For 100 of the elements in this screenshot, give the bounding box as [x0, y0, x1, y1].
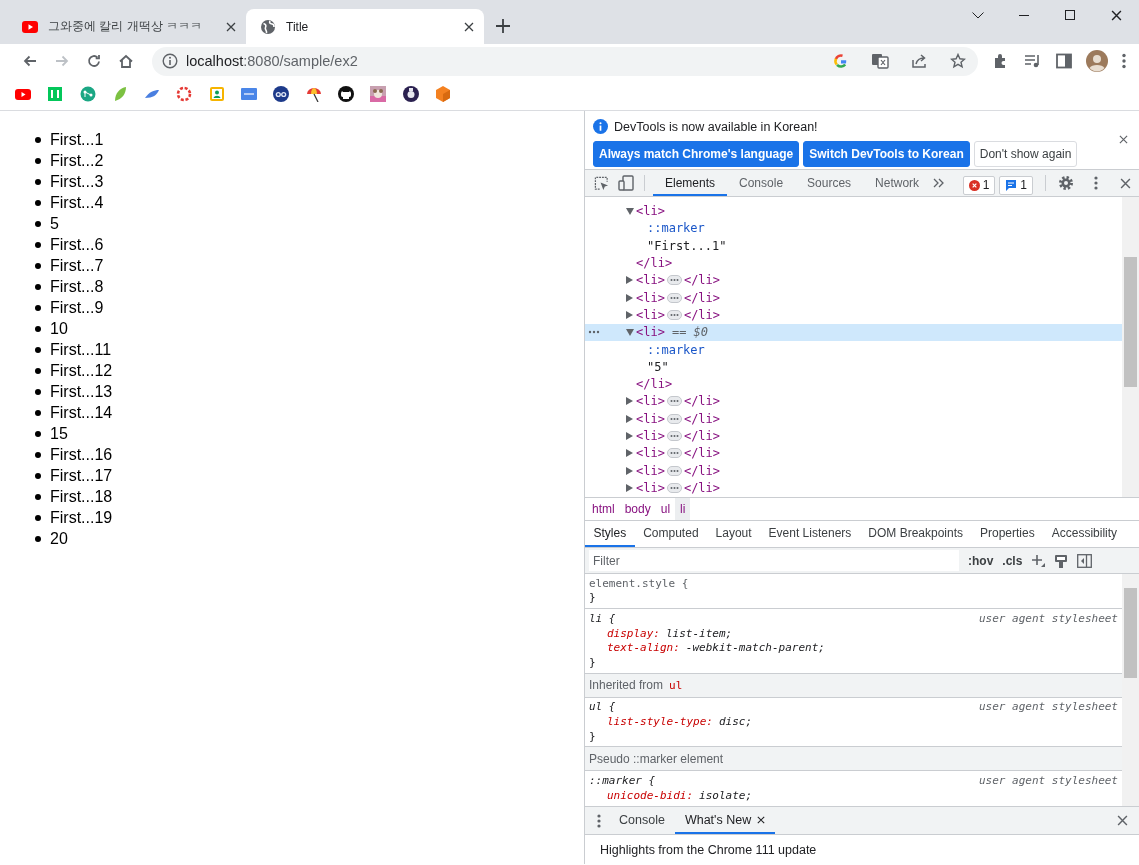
expanded-triangle-icon[interactable]: [626, 207, 634, 215]
collapsed-triangle-icon[interactable]: [626, 466, 633, 475]
collapsed-triangle-icon[interactable]: [626, 293, 633, 302]
ellipsis-icon[interactable]: [666, 448, 682, 459]
scrollbar[interactable]: [1122, 574, 1139, 806]
ellipsis-icon[interactable]: [666, 396, 682, 407]
styles-tab[interactable]: DOM Breakpoints: [859, 521, 972, 547]
close-icon[interactable]: [1120, 177, 1131, 189]
ellipsis-icon[interactable]: [666, 309, 682, 320]
collapsed-triangle-icon[interactable]: [626, 397, 633, 406]
cube-icon[interactable]: [434, 86, 451, 102]
search-engine-icon[interactable]: [833, 53, 849, 69]
add-rule-icon[interactable]: [1031, 553, 1046, 568]
ellipsis-icon[interactable]: [666, 482, 682, 493]
drawer-tab[interactable]: Console: [609, 807, 675, 834]
settings-icon[interactable]: [1058, 175, 1074, 191]
ellipsis-icon[interactable]: [666, 275, 682, 286]
more-dots-icon[interactable]: [588, 330, 600, 335]
ellipsis-icon[interactable]: [666, 413, 682, 424]
avatar-icon[interactable]: [1086, 50, 1108, 72]
back-icon[interactable]: [22, 53, 38, 69]
browser-tab[interactable]: 그와중에 칼리 개떡상 ㅋㅋㅋ: [8, 9, 246, 44]
star-icon[interactable]: [950, 53, 966, 69]
menu-icon[interactable]: [1122, 53, 1126, 69]
panel-tab[interactable]: Sources: [795, 172, 864, 196]
more-tabs-icon[interactable]: [933, 178, 945, 188]
play-icon[interactable]: [15, 86, 31, 102]
new-tab-icon[interactable]: [496, 19, 510, 33]
contact-icon[interactable]: [208, 86, 225, 102]
styles-tab[interactable]: Event Listeners: [760, 521, 860, 547]
collapsed-triangle-icon[interactable]: [626, 483, 633, 492]
collapsed-triangle-icon[interactable]: [626, 449, 633, 458]
breadcrumb[interactable]: li: [675, 498, 691, 520]
address-bar[interactable]: localhost:8080/sample/ex2: [152, 46, 978, 76]
pseudo-element-label[interactable]: ::marker: [647, 221, 705, 236]
side-panel-icon[interactable]: [1056, 53, 1072, 69]
tree-row[interactable]: <li> </li>: [585, 306, 1122, 324]
info-icon[interactable]: [162, 53, 178, 69]
styles-tab[interactable]: Properties: [971, 521, 1044, 547]
tree-row[interactable]: <li> </li>: [585, 444, 1122, 462]
translate-icon[interactable]: [871, 53, 889, 69]
menu-icon[interactable]: [1094, 176, 1098, 190]
pseudo-element-label[interactable]: ::marker: [647, 342, 705, 357]
breadcrumb[interactable]: body: [619, 498, 656, 520]
close-icon[interactable]: [1119, 135, 1128, 144]
collapsed-triangle-icon[interactable]: [626, 414, 633, 423]
ellipsis-icon[interactable]: [666, 465, 682, 476]
scrollbar[interactable]: [1122, 197, 1139, 497]
tree-row[interactable]: <li> </li>: [585, 461, 1122, 480]
panel-tab[interactable]: Elements: [653, 172, 728, 196]
tree-row[interactable]: <li> </li>: [585, 271, 1122, 289]
tree-row[interactable]: <li> </li>: [585, 410, 1122, 428]
inspect-icon[interactable]: [594, 175, 609, 191]
tree-row[interactable]: <li> </li>: [585, 392, 1122, 411]
nodes-icon[interactable]: [79, 86, 96, 102]
breadcrumb[interactable]: ul: [655, 498, 676, 520]
panel-tab[interactable]: Network: [863, 172, 932, 196]
filter-toggle[interactable]: .cls: [1002, 553, 1023, 568]
styles-tab[interactable]: Layout: [707, 521, 761, 547]
tree-row[interactable]: <li> </li>: [585, 427, 1122, 445]
url-text[interactable]: localhost:8080/sample/ex2: [186, 53, 825, 69]
error-count-button[interactable]: 1: [962, 175, 996, 195]
tree-row[interactable]: <li> </li>: [585, 289, 1122, 307]
sidebar-toggle-icon[interactable]: [1077, 553, 1093, 568]
expanded-triangle-icon[interactable]: [626, 328, 634, 336]
breadcrumb[interactable]: html: [587, 498, 620, 520]
message-count-button[interactable]: 1: [999, 175, 1033, 195]
tree-row[interactable]: <li> == $0: [585, 323, 1122, 341]
ellipsis-icon[interactable]: [666, 292, 682, 303]
filter-toggle[interactable]: :hov: [968, 553, 994, 568]
close-tab-icon[interactable]: [757, 815, 766, 824]
share-icon[interactable]: [911, 53, 928, 69]
collapsed-triangle-icon[interactable]: [626, 276, 633, 285]
tree-row[interactable]: <li> </li>: [585, 479, 1122, 497]
close-icon[interactable]: [1117, 815, 1128, 826]
tile-icon[interactable]: [47, 86, 64, 102]
styles-tab[interactable]: Computed: [634, 521, 708, 547]
tile-icon[interactable]: [241, 86, 258, 102]
home-icon[interactable]: [118, 53, 134, 69]
ring-icon[interactable]: [176, 86, 193, 102]
filter-field[interactable]: Filter: [589, 550, 959, 571]
paint-icon[interactable]: [1054, 553, 1069, 568]
browser-tab[interactable]: Title: [246, 9, 484, 44]
collapsed-triangle-icon[interactable]: [626, 310, 633, 319]
tree-row[interactable]: <li>: [585, 202, 1122, 220]
reload-icon[interactable]: [86, 53, 102, 69]
primary-button[interactable]: Switch DevTools to Korean: [803, 141, 970, 167]
umbrella-icon[interactable]: [305, 86, 322, 102]
playlist-icon[interactable]: [1024, 53, 1042, 69]
styles-tab[interactable]: Accessibility: [1043, 521, 1126, 547]
panel-tab[interactable]: Console: [727, 172, 796, 196]
drawer-tab[interactable]: What's New: [674, 807, 776, 834]
menu-icon[interactable]: [597, 813, 601, 828]
primary-button[interactable]: Always match Chrome's language: [593, 141, 800, 167]
dismiss-button[interactable]: Don't show again: [973, 141, 1078, 167]
collapsed-triangle-icon[interactable]: [626, 432, 633, 440]
close-tab-icon[interactable]: [226, 21, 236, 32]
binoculars-icon[interactable]: [273, 86, 290, 102]
close-tab-icon[interactable]: [464, 21, 474, 32]
ellipsis-icon[interactable]: [666, 431, 682, 441]
